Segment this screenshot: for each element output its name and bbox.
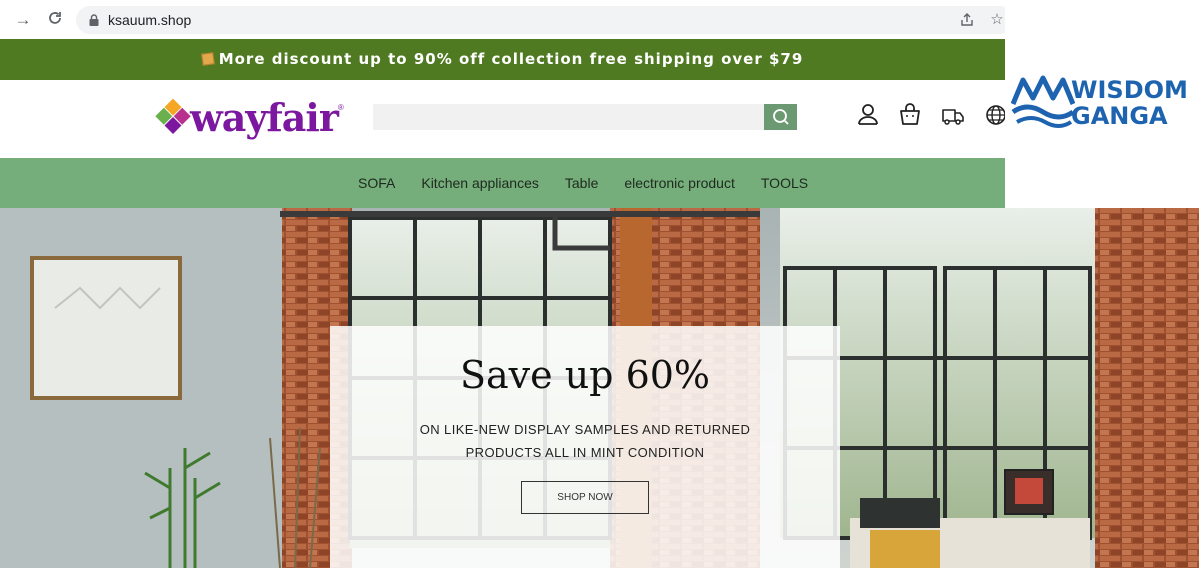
- nav-item-tools[interactable]: TOOLS: [761, 175, 808, 191]
- hero-title: Save up 60%: [459, 353, 711, 397]
- package-icon: [200, 52, 215, 66]
- search-button[interactable]: [764, 104, 797, 130]
- bookmark-star-icon[interactable]: ☆: [988, 11, 1006, 29]
- nav-item-kitchen-appliances[interactable]: Kitchen appliances: [421, 175, 539, 191]
- nav-item-table[interactable]: Table: [565, 175, 598, 191]
- address-bar[interactable]: ksauum.shop ☆: [76, 6, 1014, 34]
- reload-icon[interactable]: [45, 10, 65, 30]
- search-icon: [772, 109, 789, 125]
- watermark-line-1: WISDOM: [1071, 76, 1188, 104]
- site-header: wayfair ®: [0, 80, 1006, 158]
- hero-subtitle-line-2: PRODUCTS ALL IN MINT CONDITION: [465, 445, 705, 460]
- trademark-mark: ®: [337, 103, 344, 112]
- account-icon[interactable]: [855, 102, 881, 128]
- nav-item-sofa[interactable]: SOFA: [358, 175, 395, 191]
- logo-mark-icon: [155, 98, 192, 136]
- tracking-icon[interactable]: [940, 102, 966, 128]
- logo-text: wayfair: [190, 94, 339, 140]
- share-icon[interactable]: [958, 11, 976, 29]
- wave-logo-icon: [1011, 75, 1075, 128]
- watermark-line-2: GANGA: [1071, 102, 1168, 130]
- wayfair-logo[interactable]: wayfair ®: [155, 94, 344, 140]
- cart-icon[interactable]: [897, 102, 923, 128]
- hero-subtitle-line-1: ON LIKE-NEW DISPLAY SAMPLES AND RETURNED: [419, 422, 751, 437]
- shop-now-button[interactable]: SHOP NOW: [521, 481, 649, 514]
- hero-promo-card: Save up 60% ON LIKE-NEW DISPLAY SAMPLES …: [330, 326, 840, 568]
- lock-icon[interactable]: [88, 14, 100, 26]
- forward-icon[interactable]: →: [13, 10, 33, 30]
- hero-banner: Save up 60% ON LIKE-NEW DISPLAY SAMPLES …: [0, 208, 1199, 568]
- announcement-text: More discount up to 90% off collection f…: [218, 50, 804, 68]
- search-input[interactable]: [373, 104, 765, 130]
- url-text[interactable]: ksauum.shop: [108, 12, 191, 28]
- nav-item-electronic-product[interactable]: electronic product: [624, 175, 735, 191]
- category-nav: SOFA Kitchen appliances Table electronic…: [0, 158, 1005, 208]
- announcement-bar: More discount up to 90% off collection f…: [0, 39, 1005, 80]
- wisdom-ganga-watermark: WISDOM GANGA: [1005, 0, 1199, 198]
